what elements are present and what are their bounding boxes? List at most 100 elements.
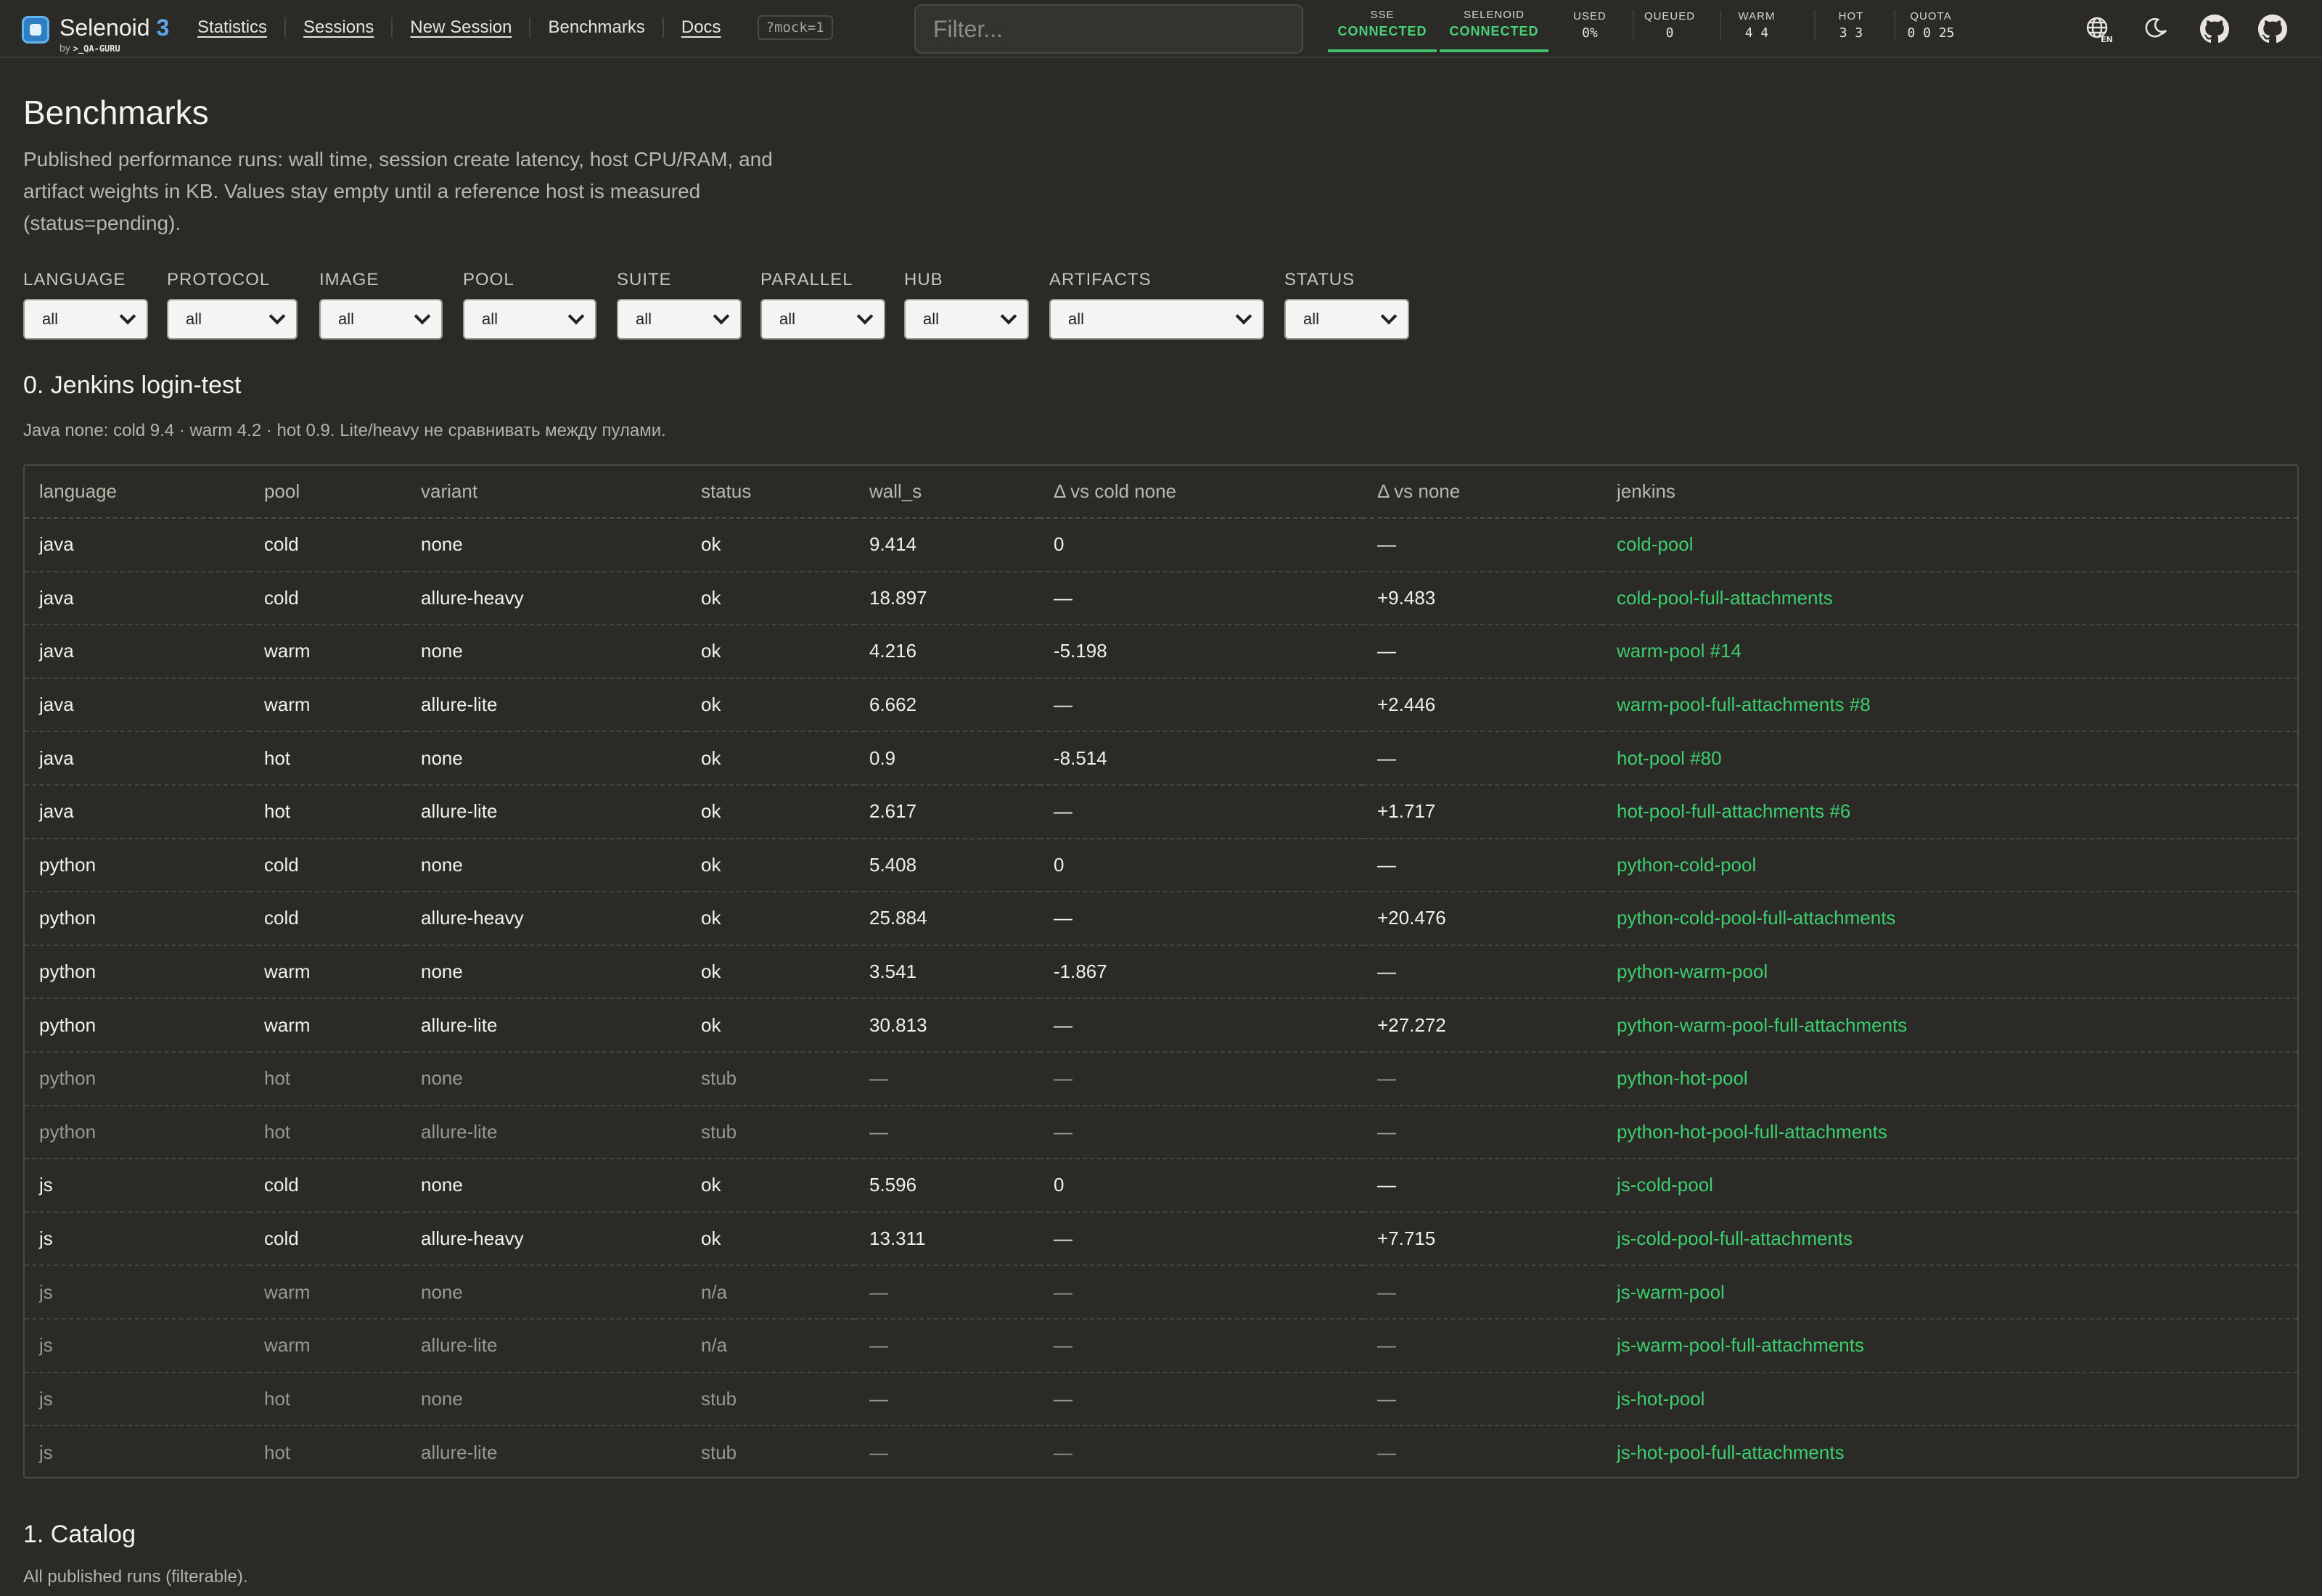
table-row[interactable]: js warm none n/a — — — js-warm-pool: [25, 1265, 2297, 1320]
mock-badge: ?mock=1: [757, 15, 833, 40]
chevron-down-icon: [856, 308, 874, 325]
moon-icon[interactable]: [2142, 15, 2171, 44]
language-select[interactable]: all: [23, 299, 148, 340]
jenkins-link[interactable]: python-hot-pool-full-attachments: [1602, 1105, 2297, 1160]
column-header[interactable]: Δ vs cold none: [1039, 466, 1363, 519]
filter-artifacts: ARTIFACTS all: [1049, 270, 1264, 340]
column-header[interactable]: pool: [250, 466, 406, 519]
used-stat: USED 0%: [1573, 10, 1607, 41]
column-header[interactable]: jenkins: [1602, 466, 2297, 519]
jenkins-link[interactable]: hot-pool #80: [1602, 731, 2297, 786]
jenkins-link[interactable]: js-cold-pool-full-attachments: [1602, 1212, 2297, 1267]
status-select[interactable]: all: [1284, 299, 1409, 340]
nav-docs[interactable]: Docs: [662, 17, 739, 38]
table-row[interactable]: java cold none ok 9.414 0— cold-pool: [25, 518, 2297, 572]
table-row[interactable]: python cold none ok 5.408 0— python-cold-pool: [25, 838, 2297, 893]
table-row[interactable]: js cold allure-heavy ok 13.311— +7.715 js-cold…: [25, 1212, 2297, 1267]
table-row[interactable]: js warm allure-lite n/a — — — js-warm-pool-full…: [25, 1318, 2297, 1373]
filter-input[interactable]: [914, 4, 1303, 54]
chevron-down-icon: [567, 308, 585, 325]
column-header[interactable]: variant: [406, 466, 686, 519]
table-cell: stub: [686, 1372, 855, 1427]
pool-select[interactable]: all: [463, 299, 596, 340]
table-row[interactable]: java cold allure-heavy ok 18.897— +9.483 cold-…: [25, 571, 2297, 626]
chevron-down-icon: [268, 308, 286, 325]
chevron-down-icon: [1380, 308, 1398, 325]
table-cell: none: [406, 945, 686, 1000]
table-cell: +20.476: [1363, 892, 1602, 946]
table-cell: cold: [250, 838, 406, 893]
table-cell: warm: [250, 1265, 406, 1320]
jenkins-link[interactable]: python-cold-pool: [1602, 838, 2297, 893]
table-row[interactable]: python hot none stub — — — python-hot-pool: [25, 1051, 2297, 1106]
table-cell: —: [1039, 784, 1363, 839]
jenkins-link[interactable]: python-warm-pool-full-attachments: [1602, 998, 2297, 1053]
table-cell: warm: [250, 625, 406, 679]
jenkins-link[interactable]: cold-pool: [1602, 518, 2297, 572]
table-cell: 0: [1039, 838, 1363, 893]
github-icon[interactable]: [2258, 15, 2287, 44]
table-row[interactable]: java hot allure-lite ok 2.617— +1.717 hot-pool…: [25, 784, 2297, 839]
table-cell: allure-lite: [406, 1318, 686, 1373]
jenkins-link[interactable]: python-hot-pool: [1602, 1051, 2297, 1106]
protocol-select[interactable]: all: [167, 299, 298, 340]
table-row[interactable]: js hot allure-lite stub — — — js-hot-pool-full-…: [25, 1426, 2297, 1479]
table-cell: —: [1363, 1318, 1602, 1373]
globe-icon[interactable]: EN: [2084, 15, 2113, 44]
column-header[interactable]: language: [25, 466, 250, 519]
table-cell: none: [406, 1372, 686, 1427]
table-cell: 25.884: [855, 892, 1039, 946]
table-row[interactable]: python warm allure-lite ok 30.813— +27.272 pyt…: [25, 998, 2297, 1053]
table-row[interactable]: python hot allure-lite stub — — — python-hot-po…: [25, 1105, 2297, 1160]
parallel-select[interactable]: all: [760, 299, 885, 340]
table-cell: —: [1039, 571, 1363, 626]
table-cell: —: [1363, 731, 1602, 786]
table-cell: 5.596: [855, 1159, 1039, 1213]
table-row[interactable]: java warm none ok 4.216 -5.198— warm-pool #14: [25, 625, 2297, 679]
jenkins-link[interactable]: js-warm-pool-full-attachments: [1602, 1318, 2297, 1373]
jenkins-link[interactable]: js-cold-pool: [1602, 1159, 2297, 1213]
table-cell: 18.897: [855, 571, 1039, 626]
column-header[interactable]: status: [686, 466, 855, 519]
github-icon[interactable]: [2200, 15, 2229, 44]
hot-stat: HOT 3 3: [1814, 10, 1887, 41]
table-row[interactable]: js cold none ok 5.596 0— js-cold-pool: [25, 1159, 2297, 1213]
jenkins-link[interactable]: warm-pool #14: [1602, 625, 2297, 679]
table-cell: —: [1039, 1372, 1363, 1427]
table-cell: none: [406, 1265, 686, 1320]
column-header[interactable]: wall_s: [855, 466, 1039, 519]
table-cell: hot: [250, 731, 406, 786]
hub-select[interactable]: all: [904, 299, 1029, 340]
table-cell: js: [39, 1441, 53, 1463]
jenkins-link[interactable]: warm-pool-full-attachments #8: [1602, 678, 2297, 733]
nav-new-session[interactable]: New Session: [391, 17, 529, 38]
jenkins-link[interactable]: js-hot-pool-full-attachments: [1602, 1426, 2297, 1479]
table-cell: java: [25, 678, 250, 733]
artifacts-select[interactable]: all: [1049, 299, 1264, 340]
table-cell: +1.717: [1363, 784, 1602, 839]
jenkins-link[interactable]: python-cold-pool-full-attachments: [1602, 892, 2297, 946]
table-cell: cold: [250, 571, 406, 626]
jenkins-link[interactable]: python-warm-pool: [1602, 945, 2297, 1000]
table-row[interactable]: python cold allure-heavy ok 25.884— +20.476 py…: [25, 892, 2297, 946]
table-cell: —: [1039, 1318, 1363, 1373]
table-row[interactable]: js hot none stub — — — js-hot-pool: [25, 1372, 2297, 1427]
table-row[interactable]: java warm allure-lite ok 6.662— +2.446 warm-po…: [25, 678, 2297, 733]
table-cell: allure-heavy: [406, 1212, 686, 1267]
nav-statistics[interactable]: Statistics: [197, 17, 284, 38]
table-row[interactable]: python warm none ok 3.541 -1.867— python-warm-…: [25, 945, 2297, 1000]
table-cell: 2.617: [855, 784, 1039, 839]
jenkins-link[interactable]: js-hot-pool: [1602, 1372, 2297, 1427]
jenkins-link[interactable]: cold-pool-full-attachments: [1602, 571, 2297, 626]
nav-sessions[interactable]: Sessions: [284, 17, 391, 38]
nav-benchmarks[interactable]: Benchmarks: [529, 17, 662, 38]
jenkins-link[interactable]: hot-pool-full-attachments #6: [1602, 784, 2297, 839]
column-header[interactable]: Δ vs none: [1363, 466, 1602, 519]
image-select[interactable]: all: [319, 299, 443, 340]
svg-text:EN: EN: [2101, 35, 2113, 44]
suite-select[interactable]: all: [617, 299, 742, 340]
top-bar: Selenoid 3 by >_QA-GURU Statistics Sessi…: [0, 0, 2322, 58]
jenkins-link[interactable]: js-warm-pool: [1602, 1265, 2297, 1320]
table-row[interactable]: java hot none ok 0.9 -8.514— hot-pool #80: [25, 731, 2297, 786]
table-cell: -5.198: [1039, 625, 1363, 679]
